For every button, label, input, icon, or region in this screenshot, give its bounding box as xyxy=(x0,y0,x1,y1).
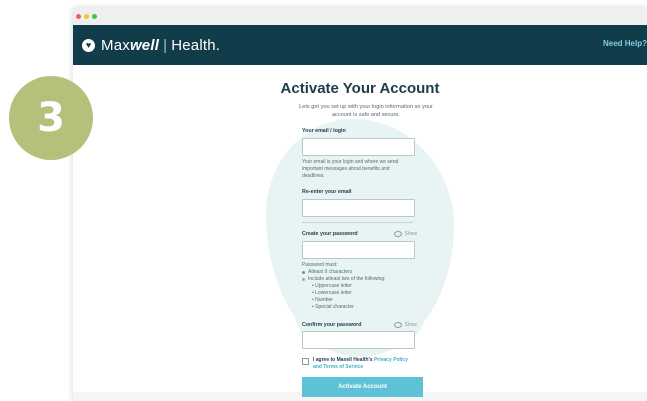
requirement-number: • Number xyxy=(312,297,333,303)
requirement-lowercase: • Lowercase letter xyxy=(312,290,352,296)
maximize-window-icon[interactable] xyxy=(92,14,97,19)
email-help-text: Your email is your login and where we se… xyxy=(302,159,399,179)
reenter-email-input[interactable] xyxy=(302,199,415,217)
terms-of-service-link[interactable]: Terms of Service xyxy=(323,364,363,370)
main-content: Activate Your Account Lets get you set u… xyxy=(73,65,647,401)
close-window-icon[interactable] xyxy=(76,14,81,19)
minimize-window-icon[interactable] xyxy=(84,14,89,19)
terms-agreement: I agree to Maxell Health's Privacy Polic… xyxy=(302,357,417,371)
show-password-toggle[interactable]: Show xyxy=(394,231,417,237)
confirm-password-input[interactable] xyxy=(302,331,415,349)
privacy-policy-link[interactable]: Privacy Policy xyxy=(374,357,408,363)
brand-well: well xyxy=(129,36,160,54)
window-titlebar xyxy=(73,8,647,25)
browser-window: ♥ Maxwell | Health. Need Help? Activate Yo… xyxy=(73,8,647,401)
confirm-password-label: Confirm your password xyxy=(302,322,362,328)
pending-bullet-icon xyxy=(302,278,305,281)
activate-account-button[interactable]: Activate Account xyxy=(302,377,423,397)
requirements-title: Password must: xyxy=(302,262,338,268)
show-confirm-password-text: Show xyxy=(404,322,417,328)
requirement-uppercase: • Uppercase letter xyxy=(312,283,352,289)
show-password-text: Show xyxy=(404,231,417,237)
create-password-input[interactable] xyxy=(302,241,415,259)
eye-icon xyxy=(394,231,403,237)
requirement-two-of: Include atleast two of the following: xyxy=(302,276,417,283)
requirement-special: • Special character xyxy=(312,304,354,310)
brand-health: Health. xyxy=(171,36,221,54)
app-header: ♥ Maxwell | Health. Need Help? xyxy=(73,25,647,65)
email-label: Your email / login xyxy=(302,128,346,134)
page-subtitle: Lets get you set up with your login info… xyxy=(299,104,433,118)
create-password-label: Create your password xyxy=(302,231,358,237)
step-number-badge: 3 xyxy=(9,76,93,160)
requirement-min-length-text: Atleast 9 characters xyxy=(308,269,353,275)
page-title: Activate Your Account xyxy=(280,80,440,97)
agree-text: I agree to Maxell Health's Privacy Polic… xyxy=(313,357,417,371)
brand-logo[interactable]: Maxwell | Health. xyxy=(101,37,220,54)
eye-icon xyxy=(394,322,403,328)
show-confirm-password-toggle[interactable]: Show xyxy=(394,322,417,328)
requirement-two-of-text: Include atleast two of the following: xyxy=(308,276,386,282)
heart-logo-icon: ♥ xyxy=(82,38,95,52)
email-input[interactable] xyxy=(302,138,415,156)
password-requirements: Password must: Atleast 9 characters Incl… xyxy=(302,262,417,311)
brand-max: Max xyxy=(101,36,130,54)
agree-and: and xyxy=(313,364,322,370)
form-divider xyxy=(302,222,413,223)
requirement-min-length: Atleast 9 characters xyxy=(302,269,417,276)
agree-prefix: I agree to Maxell Health's xyxy=(313,357,373,363)
reenter-email-label: Re-enter your email xyxy=(302,189,352,195)
agree-checkbox[interactable] xyxy=(302,358,309,365)
brand-separator: | xyxy=(163,36,168,54)
check-bullet-icon xyxy=(302,271,305,274)
need-help-link[interactable]: Need Help? xyxy=(603,39,647,48)
